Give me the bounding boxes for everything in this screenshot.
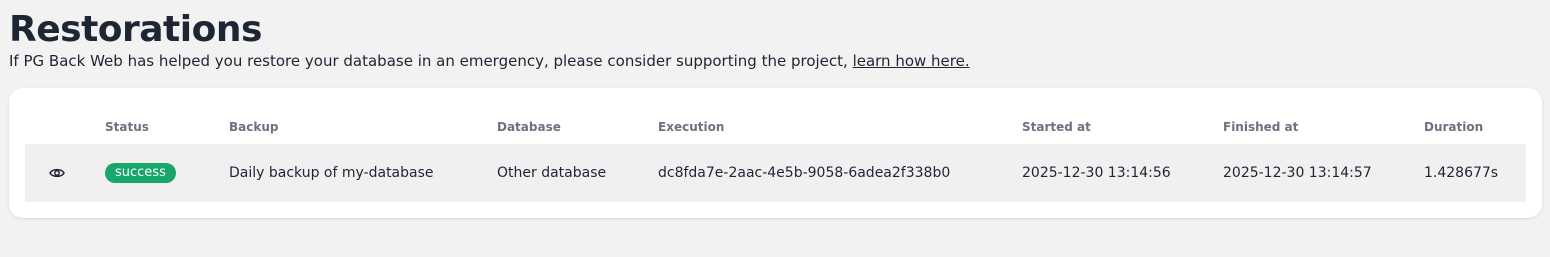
row-started-at: 2025-12-30 13:14:56 <box>1022 165 1171 181</box>
header-duration: Duration <box>1424 120 1484 134</box>
restorations-table: Status Backup Database Execution Started… <box>25 110 1526 202</box>
row-duration: 1.428677s <box>1424 165 1499 181</box>
row-backup: Daily backup of my-database <box>229 165 434 181</box>
restorations-card: Status Backup Database Execution Started… <box>9 88 1542 218</box>
header-finished-at: Finished at <box>1223 120 1299 134</box>
subtitle-text: If PG Back Web has helped you restore yo… <box>9 52 853 70</box>
header-started-at: Started at <box>1022 120 1091 134</box>
header-actions <box>25 110 105 144</box>
header-execution: Execution <box>658 120 725 134</box>
header-database: Database <box>497 120 561 134</box>
header-status: Status <box>105 120 149 134</box>
header-backup: Backup <box>229 120 279 134</box>
row-execution: dc8fda7e-2aac-4e5b-9058-6adea2f338b0 <box>658 165 951 181</box>
page-container: Restorations If PG Back Web has helped y… <box>0 0 1550 71</box>
eye-icon[interactable] <box>47 163 67 183</box>
table-row: success Daily backup of my-database Othe… <box>25 144 1526 202</box>
row-actions-cell <box>25 144 105 202</box>
row-finished-at: 2025-12-30 13:14:57 <box>1223 165 1372 181</box>
learn-how-link[interactable]: learn how here. <box>853 52 970 70</box>
table-header: Status Backup Database Execution Started… <box>25 110 1526 144</box>
status-badge: success <box>105 163 176 183</box>
row-database: Other database <box>497 165 607 181</box>
row-status-cell: success <box>105 144 229 202</box>
page-title: Restorations <box>9 9 262 50</box>
page-subtitle: If PG Back Web has helped you restore yo… <box>9 51 1541 71</box>
